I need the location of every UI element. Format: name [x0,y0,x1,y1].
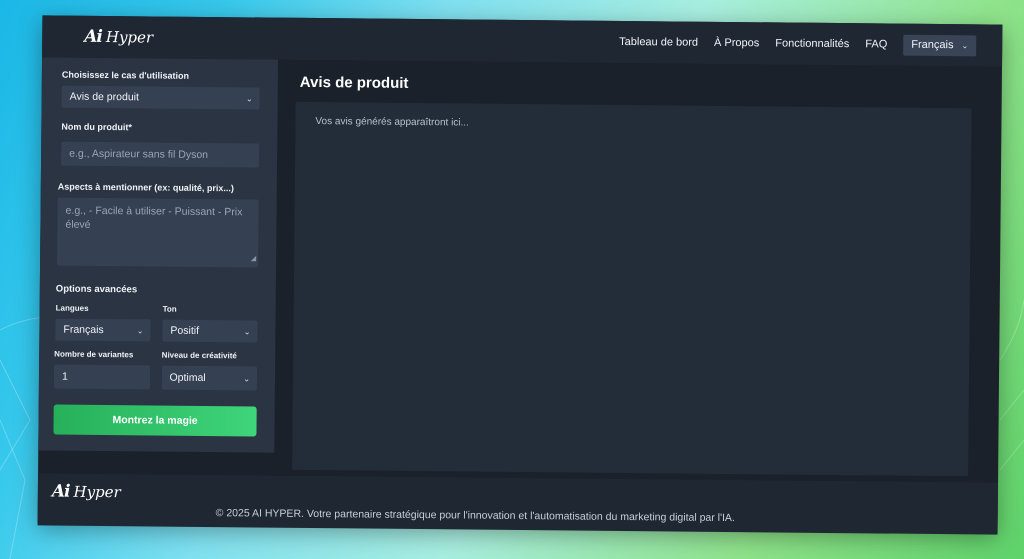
header-logo[interactable]: Ai Hyper [84,27,153,48]
creativity-label: Niveau de créativité [161,350,237,361]
resize-handle-icon[interactable]: ◢ [251,252,257,266]
footer-logo[interactable]: Ai Hyper [52,482,121,503]
aspects-textarea[interactable]: e.g., - Facile à utiliser - Puissant - P… [57,197,259,268]
page-title: Avis de produit [299,73,409,92]
use-case-select[interactable]: Avis de produit ⌄ [61,85,260,110]
tone-select[interactable]: Positif ⌄ [162,319,258,343]
aspects-label: Aspects à mentionner (ex: qualité, prix.… [57,181,234,194]
copyright-text: © 2025 AI HYPER. Votre partenaire straté… [215,507,735,525]
app-window: Ai Hyper Tableau de bord À Propos Foncti… [37,15,1003,535]
nav-about-link[interactable]: À Propos [714,37,759,49]
language-select[interactable]: Français ⌄ [903,34,977,56]
nav-dashboard-link[interactable]: Tableau de bord [619,36,698,49]
languages-select[interactable]: Français ⌄ [55,318,151,342]
options-row-1: Langues Français ⌄ Ton Positif ⌄ [55,303,258,343]
product-name-label: Nom du produit* [61,121,132,133]
tone-label: Ton [162,304,177,314]
chevron-down-icon: ⌄ [136,325,144,335]
logo-mark: Ai [84,26,103,47]
languages-label: Langues [55,303,89,313]
variants-value: 1 [61,370,68,383]
logo-mark: Ai [51,481,70,502]
variants-input[interactable]: 1 [53,364,150,390]
logo-text: Hyper [73,482,121,502]
options-row-2: Nombre de variantes 1 Niveau de créativi… [53,349,258,391]
nav-faq-link[interactable]: FAQ [865,38,887,50]
chevron-down-icon: ⌄ [245,93,253,103]
logo-text: Hyper [105,28,154,47]
use-case-value: Avis de produit [69,90,140,104]
output-area[interactable]: Vos avis générés apparaîtront ici... [292,101,972,477]
tone-value: Positif [170,324,200,337]
chevron-down-icon: ⌄ [243,326,251,336]
generate-button-label: Montrez la magie [112,414,198,427]
variants-label: Nombre de variantes [54,349,134,360]
nav-features-link[interactable]: Fonctionnalités [775,37,849,50]
main-panel: Avis de produit Vos avis générés apparaî… [282,60,1002,477]
product-name-placeholder: e.g., Aspirateur sans fil Dyson [69,147,209,161]
footer: Ai Hyper © 2025 AI HYPER. Votre partenai… [37,473,999,535]
chevron-down-icon: ⌄ [961,40,969,50]
generate-button[interactable]: Montrez la magie [53,404,257,437]
languages-value: Français [63,323,104,337]
language-select-value: Français [911,38,954,52]
use-case-label: Choisissez le cas d'utilisation [61,69,190,81]
main-nav: Tableau de bord À Propos Fonctionnalités… [619,31,977,56]
chevron-down-icon: ⌄ [243,373,251,383]
form-sidebar: Choisissez le cas d'utilisation Avis de … [38,57,279,453]
advanced-options-title: Options avancées [55,283,138,296]
product-name-input[interactable]: e.g., Aspirateur sans fil Dyson [61,141,260,168]
creativity-select[interactable]: Optimal ⌄ [161,365,258,391]
output-placeholder: Vos avis générés apparaîtront ici... [315,116,469,129]
aspects-placeholder: e.g., - Facile à utiliser - Puissant - P… [65,204,243,231]
creativity-value: Optimal [169,371,206,384]
